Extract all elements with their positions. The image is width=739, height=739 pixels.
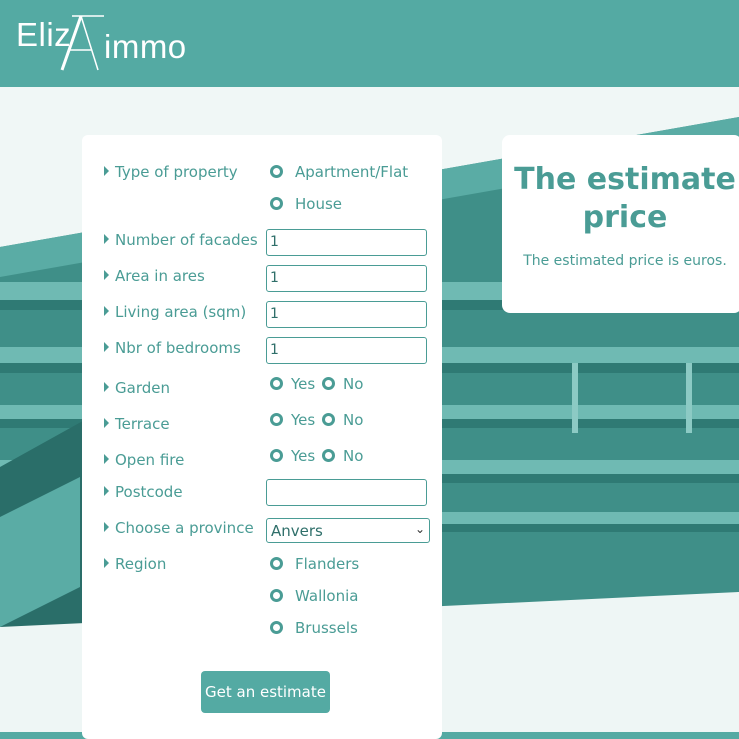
caret-right-icon	[104, 486, 109, 496]
garden-label: Garden	[104, 379, 170, 397]
radio-open-fire-no-label: No	[343, 447, 364, 465]
radio-garden-no[interactable]	[322, 377, 335, 390]
radio-apartment[interactable]	[270, 165, 283, 178]
radio-house[interactable]	[270, 197, 283, 210]
radio-garden-yes[interactable]	[270, 377, 283, 390]
radio-house-label: House	[295, 195, 343, 213]
caret-right-icon	[104, 270, 109, 280]
radio-terrace-yes[interactable]	[270, 413, 283, 426]
radio-brussels-label: Brussels	[295, 619, 358, 637]
radio-brussels[interactable]	[270, 621, 283, 634]
estimate-form: Type of property Apartment/Flat House Nu…	[82, 135, 442, 739]
radio-apartment-label: Apartment/Flat	[295, 163, 409, 181]
area-label: Area in ares	[104, 267, 205, 285]
open-fire-label: Open fire	[104, 451, 184, 469]
caret-right-icon	[104, 418, 109, 428]
facades-input[interactable]: 1	[266, 229, 427, 256]
postcode-input[interactable]	[266, 479, 427, 506]
caret-right-icon	[104, 522, 109, 532]
get-estimate-button[interactable]: Get an estimate	[201, 671, 330, 713]
living-area-label: Living area (sqm)	[104, 303, 246, 321]
terrace-label: Terrace	[104, 415, 170, 433]
result-card: The estimate price The estimated price i…	[502, 135, 739, 313]
postcode-label: Postcode	[104, 483, 183, 501]
radio-wallonia-label: Wallonia	[295, 587, 359, 605]
radio-wallonia[interactable]	[270, 589, 283, 602]
result-title: The estimate price	[514, 162, 736, 235]
caret-right-icon	[104, 234, 109, 244]
radio-garden-no-label: No	[343, 375, 364, 393]
area-input[interactable]: 1	[266, 265, 427, 292]
caret-right-icon	[104, 342, 109, 352]
bedrooms-input[interactable]: 1	[266, 337, 427, 364]
radio-terrace-no-label: No	[343, 411, 364, 429]
caret-right-icon	[104, 166, 109, 176]
radio-open-fire-yes-label: Yes	[291, 447, 316, 465]
result-text: The estimated price is euros.	[523, 253, 727, 269]
radio-terrace-no[interactable]	[322, 413, 335, 426]
province-label: Choose a province	[104, 519, 254, 537]
header-bar: Eliz immo	[0, 0, 739, 87]
radio-open-fire-yes[interactable]	[270, 449, 283, 462]
caret-right-icon	[104, 558, 109, 568]
radio-flanders[interactable]	[270, 557, 283, 570]
logo-a-icon	[60, 15, 104, 71]
radio-terrace-yes-label: Yes	[291, 411, 316, 429]
living-area-input[interactable]: 1	[266, 301, 427, 328]
region-label: Region	[104, 555, 166, 573]
facades-label: Number of facades	[104, 231, 258, 249]
radio-open-fire-no[interactable]	[322, 449, 335, 462]
bedrooms-label: Nbr of bedrooms	[104, 339, 241, 357]
logo-text-right: immo	[104, 28, 187, 65]
type-of-property-label: Type of property	[104, 163, 238, 181]
caret-right-icon	[104, 454, 109, 464]
caret-right-icon	[104, 382, 109, 392]
caret-right-icon	[104, 306, 109, 316]
radio-flanders-label: Flanders	[295, 555, 360, 573]
province-selected-value: Anvers	[271, 522, 323, 540]
chevron-down-icon: ⌄	[414, 522, 425, 536]
province-select[interactable]: Anvers ⌄	[266, 518, 430, 543]
radio-garden-yes-label: Yes	[291, 375, 316, 393]
